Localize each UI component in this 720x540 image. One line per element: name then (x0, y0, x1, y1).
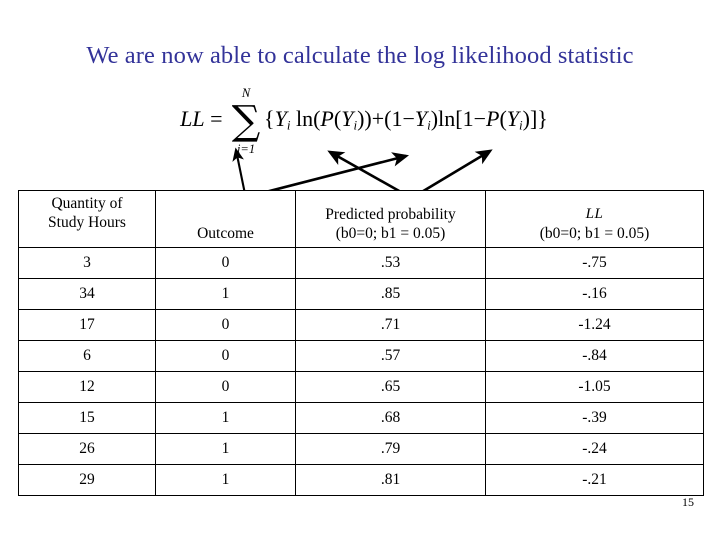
formula-equals: = (210, 106, 223, 132)
formula-bracket-a: [ (455, 106, 463, 132)
col-header-predicted-line2: (b0=0; b1 = 0.05) (335, 225, 446, 242)
table-row: 29 1 .81 -.21 (18, 464, 704, 496)
summation-upper-limit: N (241, 86, 251, 100)
formula-p1: P (320, 106, 334, 132)
cell-study-hours: 3 (18, 247, 156, 279)
cell-predicted-probability: .68 (295, 402, 486, 434)
cell-outcome: 0 (155, 371, 296, 403)
table-row: 6 0 .57 -.84 (18, 340, 704, 372)
summation-lower-limit: i=1 (236, 141, 256, 156)
cell-study-hours: 6 (18, 340, 156, 372)
cell-predicted-probability: .57 (295, 340, 486, 372)
cell-outcome: 0 (155, 340, 296, 372)
cell-study-hours: 15 (18, 402, 156, 434)
formula-paren-h: ) (522, 106, 530, 132)
col-header-ll-line1: LL (585, 206, 604, 222)
page-title: We are now able to calculate the log lik… (86, 42, 634, 69)
cell-log-likelihood: -.24 (485, 433, 704, 465)
cell-log-likelihood: -.16 (485, 278, 704, 310)
table-row: 15 1 .68 -.39 (18, 402, 704, 434)
cell-study-hours: 26 (18, 433, 156, 465)
cell-log-likelihood: -1.24 (485, 309, 704, 341)
sigma-glyph: ∑ (231, 98, 261, 144)
slide-canvas: We are now able to calculate the log lik… (0, 0, 720, 540)
formula-minus-b: − (473, 106, 486, 132)
formula-open-brace: { (264, 106, 275, 132)
cell-study-hours: 29 (18, 464, 156, 496)
log-likelihood-formula: LL = N ∑ i=1 {Yi ln(P(Yi))+(1−Yi)ln[1−P(Yi)… (180, 87, 548, 155)
formula-plus: + (371, 106, 385, 132)
formula-y2: Y (341, 106, 354, 132)
col-header-log-likelihood: LL (b0=0; b1 = 0.05) (485, 190, 704, 248)
formula-paren-g: ( (499, 106, 507, 132)
table-row: 3 0 .53 -.75 (18, 247, 704, 279)
cell-predicted-probability: .81 (295, 464, 486, 496)
cell-outcome: 1 (155, 464, 296, 496)
formula-y4: Y (506, 106, 520, 132)
formula-one-a: 1 (391, 106, 403, 132)
table-row: 34 1 .85 -.16 (18, 278, 704, 310)
formula-ln2: ln (438, 106, 456, 132)
cell-predicted-probability: .53 (295, 247, 486, 279)
cell-log-likelihood: -.75 (485, 247, 704, 279)
col-header-study-hours-line2: Study Hours (48, 214, 126, 231)
cell-outcome: 0 (155, 247, 296, 279)
col-header-outcome-line1: Outcome (197, 225, 254, 242)
formula-y1: Y (274, 106, 287, 132)
col-header-outcome: Outcome (155, 190, 296, 248)
cell-log-likelihood: -.21 (485, 464, 704, 496)
summation-symbol: N ∑ i=1 (229, 87, 263, 155)
table-row: 17 0 .71 -1.24 (18, 309, 704, 341)
cell-predicted-probability: .71 (295, 309, 486, 341)
cell-outcome: 1 (155, 402, 296, 434)
table-row: 12 0 .65 -1.05 (18, 371, 704, 403)
formula-ln1: ln (295, 106, 314, 132)
cell-outcome: 1 (155, 278, 296, 310)
formula-lhs: LL (180, 106, 205, 132)
cell-study-hours: 12 (18, 371, 156, 403)
table-header-row: Quantity of Study Hours Outcome Predicte… (18, 190, 704, 248)
study-hours-table: Quantity of Study Hours Outcome Predicte… (18, 190, 704, 496)
formula-paren-d: ) (364, 106, 372, 132)
cell-log-likelihood: -1.05 (485, 371, 704, 403)
cell-predicted-probability: .65 (295, 371, 486, 403)
cell-log-likelihood: -.39 (485, 402, 704, 434)
col-header-predicted-probability: Predicted probability (b0=0; b1 = 0.05) (295, 190, 486, 248)
page-number: 15 (682, 495, 694, 509)
cell-predicted-probability: .79 (295, 433, 486, 465)
col-header-study-hours-line1: Quantity of (51, 195, 123, 212)
formula-one-b: 1 (462, 106, 474, 132)
cell-study-hours: 17 (18, 309, 156, 341)
formula-minus-a: − (402, 106, 415, 132)
col-header-study-hours: Quantity of Study Hours (18, 190, 156, 248)
table-body: 3 0 .53 -.75 34 1 .85 -.16 17 0 .71 -1.2… (18, 247, 704, 496)
formula-paren-f: ) (430, 106, 439, 132)
formula-p2: P (485, 106, 500, 132)
col-header-ll-line2: (b0=0; b1 = 0.05) (539, 225, 650, 242)
cell-study-hours: 34 (18, 278, 156, 310)
cell-predicted-probability: .85 (295, 278, 486, 310)
formula-container: LL = N ∑ i=1 {Yi ln(P(Yi))+(1−Yi)ln[1−P(Yi)… (0, 87, 720, 166)
cell-outcome: 1 (155, 433, 296, 465)
cell-log-likelihood: -.84 (485, 340, 704, 372)
formula-y3: Y (414, 106, 428, 132)
table-row: 26 1 .79 -.24 (18, 433, 704, 465)
formula-close-brace: } (537, 106, 548, 132)
col-header-predicted-line1: Predicted probability (325, 206, 456, 223)
cell-outcome: 0 (155, 309, 296, 341)
